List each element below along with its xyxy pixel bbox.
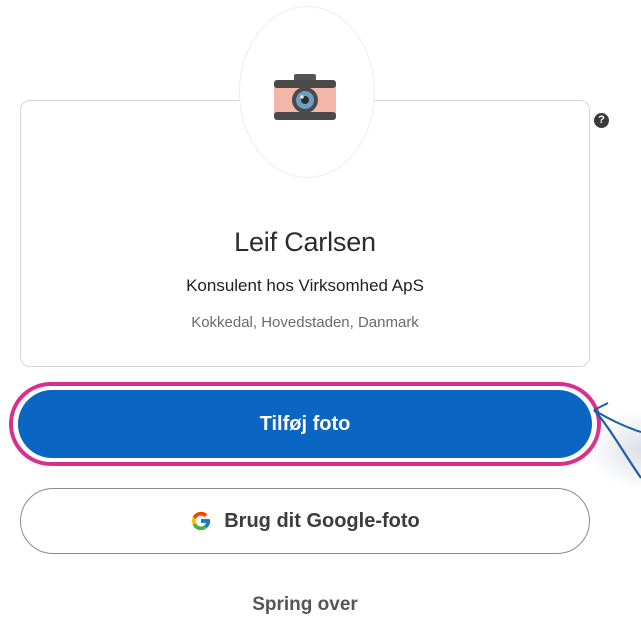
pointer-arrow-icon bbox=[593, 402, 641, 479]
camera-icon bbox=[274, 74, 336, 120]
question-mark-icon[interactable]: ? bbox=[594, 113, 609, 128]
skip-link[interactable]: Spring over bbox=[20, 594, 590, 616]
use-google-photo-button[interactable]: Brug dit Google-foto bbox=[20, 488, 590, 554]
profile-headline: Konsulent hos Virksomhed ApS bbox=[186, 276, 424, 295]
add-photo-button[interactable]: Tilføj foto bbox=[18, 390, 592, 458]
google-logo-icon bbox=[192, 511, 211, 531]
google-photo-label: Brug dit Google-foto bbox=[224, 509, 420, 532]
profile-name: Leif Carlsen bbox=[234, 227, 376, 257]
profile-location: Kokkedal, Hovedstaden, Danmark bbox=[191, 314, 419, 331]
add-profile-photo-page: ? Leif Carlsen Konsulent hos Virksomhed … bbox=[0, 0, 641, 624]
